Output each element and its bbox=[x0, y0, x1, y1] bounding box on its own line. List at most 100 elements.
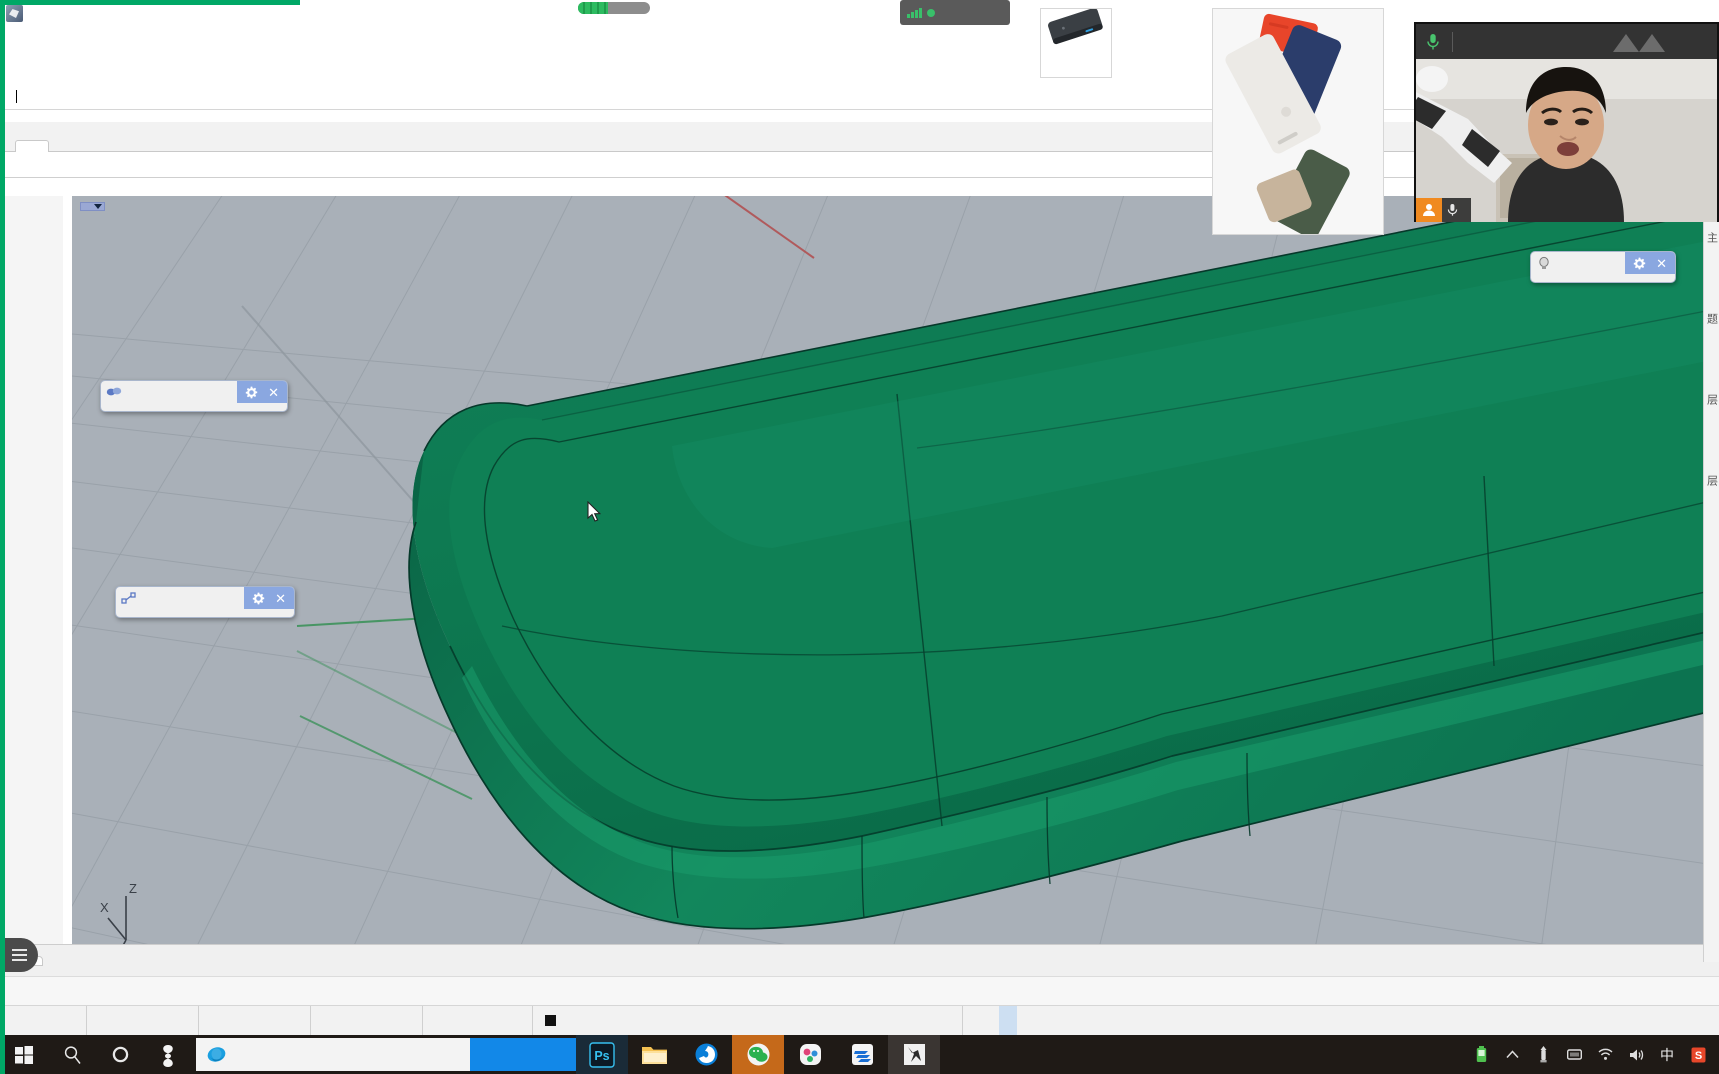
right-edge-text-3: 层 bbox=[1705, 394, 1718, 405]
tab-surface-tools[interactable] bbox=[321, 140, 355, 152]
svg-text:Ps: Ps bbox=[594, 1049, 609, 1063]
tab-transform[interactable] bbox=[253, 140, 287, 152]
tab-select[interactable] bbox=[151, 140, 185, 152]
menu-subd[interactable] bbox=[98, 38, 116, 42]
status-toggle-osnap[interactable] bbox=[1017, 1006, 1035, 1035]
tab-viewport-layout[interactable] bbox=[185, 140, 219, 152]
menu-render[interactable] bbox=[224, 38, 242, 42]
sogou-icon[interactable] bbox=[144, 1035, 192, 1074]
wifi-icon[interactable] bbox=[1596, 1046, 1614, 1064]
capsule-icon bbox=[101, 381, 127, 403]
lightbulb-icon bbox=[1531, 252, 1557, 274]
menu-view[interactable] bbox=[44, 38, 62, 42]
floating-palette-transform[interactable]: ✕ bbox=[115, 586, 295, 618]
viewport-title-button[interactable] bbox=[80, 202, 105, 211]
menu-mesh[interactable] bbox=[134, 38, 152, 42]
cortana-circle-icon[interactable] bbox=[96, 1035, 144, 1074]
usb-device-icon[interactable] bbox=[1534, 1046, 1552, 1064]
floating-palette-popup[interactable]: ✕ bbox=[1530, 251, 1676, 283]
status-units[interactable] bbox=[423, 1006, 533, 1035]
show-hidden-icons-chevron[interactable] bbox=[1503, 1046, 1521, 1064]
viewtab-right[interactable] bbox=[95, 957, 121, 965]
status-cplane-label[interactable] bbox=[5, 1006, 87, 1035]
palette-header-transform[interactable]: ✕ bbox=[116, 587, 294, 609]
tab-mesh-tools[interactable] bbox=[423, 140, 457, 152]
viewtab-front[interactable] bbox=[69, 957, 95, 965]
perspective-viewport[interactable]: Z X Y bbox=[72, 196, 1719, 956]
reference-image-thumbnail-1[interactable] bbox=[1040, 8, 1112, 78]
tab-curve-tools[interactable] bbox=[287, 140, 321, 152]
menu-file[interactable] bbox=[8, 38, 26, 42]
battery-icon[interactable] bbox=[1472, 1046, 1490, 1064]
status-coord-y bbox=[199, 1006, 311, 1035]
palette-controls-transform[interactable]: ✕ bbox=[244, 587, 294, 609]
tab-set-view[interactable] bbox=[83, 140, 117, 152]
tab-display[interactable] bbox=[117, 140, 151, 152]
tab-cplane[interactable] bbox=[49, 140, 83, 152]
search-icon[interactable] bbox=[48, 1035, 96, 1074]
internet-explorer-icon bbox=[207, 1047, 226, 1062]
ime-chinese-icon[interactable]: 中 bbox=[1658, 1046, 1676, 1064]
floating-palette-solid-tools[interactable]: ✕ bbox=[100, 380, 288, 412]
gear-icon[interactable] bbox=[1633, 257, 1646, 270]
menu-panels[interactable] bbox=[242, 38, 260, 42]
sogou-ime-icon[interactable]: S bbox=[1689, 1046, 1707, 1064]
menu-dimension[interactable] bbox=[152, 38, 170, 42]
palette-controls-popup[interactable]: ✕ bbox=[1625, 252, 1675, 274]
menu-help[interactable] bbox=[260, 38, 278, 42]
baidu-netdisk-icon[interactable] bbox=[784, 1035, 836, 1074]
file-explorer-icon[interactable] bbox=[628, 1035, 680, 1074]
status-toggle-ortho[interactable] bbox=[981, 1006, 999, 1035]
menu-tools[interactable] bbox=[188, 38, 206, 42]
menu-analyze[interactable] bbox=[206, 38, 224, 42]
menu-edit[interactable] bbox=[26, 38, 44, 42]
photoshop-icon[interactable]: Ps bbox=[576, 1035, 628, 1074]
status-current-layer[interactable] bbox=[533, 1006, 963, 1035]
palette-header-popup[interactable]: ✕ bbox=[1531, 252, 1675, 274]
xunlei-icon[interactable] bbox=[836, 1035, 888, 1074]
gear-icon[interactable] bbox=[245, 386, 258, 399]
reference-image-thumbnail-2[interactable] bbox=[1212, 8, 1384, 235]
left-sidebar-toolbar bbox=[5, 196, 63, 956]
palette-header-solid-tools[interactable]: ✕ bbox=[101, 381, 287, 403]
taskbar-search-box[interactable] bbox=[196, 1038, 576, 1071]
storage-icon[interactable] bbox=[1565, 1046, 1583, 1064]
recording-dot-icon bbox=[926, 8, 935, 17]
wechat-icon[interactable] bbox=[732, 1035, 784, 1074]
status-toggle-record-history[interactable] bbox=[1071, 1006, 1089, 1035]
status-toggle-filter[interactable] bbox=[1089, 1006, 1107, 1035]
volume-icon[interactable] bbox=[1627, 1046, 1645, 1064]
close-icon[interactable]: ✕ bbox=[268, 386, 279, 399]
windows-start-icon[interactable] bbox=[0, 1035, 48, 1074]
command-input-line[interactable] bbox=[14, 89, 17, 104]
status-toggle-planar[interactable] bbox=[999, 1006, 1017, 1035]
status-toggle-smarttrack[interactable] bbox=[1035, 1006, 1053, 1035]
palette-grid-solid-tools bbox=[101, 403, 287, 411]
tab-visibility[interactable] bbox=[219, 140, 253, 152]
video-conference-panel[interactable] bbox=[1414, 22, 1719, 222]
tab-standard[interactable] bbox=[15, 140, 49, 152]
powerbank-photo-dark bbox=[1041, 9, 1111, 77]
video-feed[interactable] bbox=[1416, 59, 1717, 222]
viewport-menu-button[interactable] bbox=[0, 938, 38, 972]
status-coord-x bbox=[87, 1006, 199, 1035]
gear-icon[interactable] bbox=[252, 592, 265, 605]
close-icon[interactable]: ✕ bbox=[1656, 257, 1667, 270]
close-icon[interactable]: ✕ bbox=[275, 592, 286, 605]
menu-transform[interactable] bbox=[170, 38, 188, 42]
qq-browser-icon[interactable] bbox=[680, 1035, 732, 1074]
status-toggle-gumball[interactable] bbox=[1053, 1006, 1071, 1035]
meeting-indicator-pill[interactable] bbox=[900, 0, 1010, 25]
tab-solid-tools[interactable] bbox=[355, 140, 389, 152]
viewtab-top[interactable] bbox=[43, 957, 69, 965]
rhino-taskbar-icon[interactable] bbox=[888, 1035, 940, 1074]
menu-surface[interactable] bbox=[80, 38, 98, 42]
viewport-3d-scene[interactable]: Z X Y bbox=[72, 196, 1719, 956]
menu-solid[interactable] bbox=[116, 38, 134, 42]
right-edge-text-1: 主 bbox=[1705, 232, 1718, 243]
tab-subd-tools[interactable] bbox=[389, 140, 423, 152]
menu-curve[interactable] bbox=[62, 38, 80, 42]
status-toggle-snap-grid[interactable] bbox=[963, 1006, 981, 1035]
palette-controls-solid-tools[interactable]: ✕ bbox=[237, 381, 287, 403]
taskbar-search-go-button[interactable] bbox=[470, 1038, 576, 1071]
